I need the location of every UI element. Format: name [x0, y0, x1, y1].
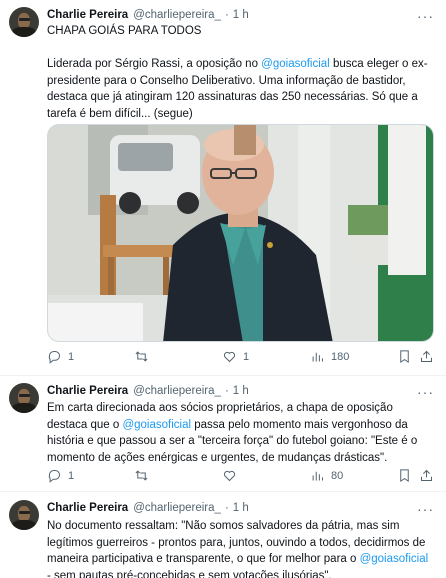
timestamp[interactable]: 1 h: [233, 9, 249, 21]
author-handle[interactable]: @charliepereira_: [133, 9, 221, 21]
mention-link[interactable]: @goiasoficial: [360, 553, 429, 565]
avatar[interactable]: [9, 500, 39, 530]
reply-count: 1: [68, 350, 75, 363]
author-name[interactable]: Charlie Pereira: [47, 502, 128, 514]
mention-link[interactable]: @goiasoficial: [261, 58, 330, 70]
avatar[interactable]: [9, 383, 39, 413]
share-button[interactable]: [419, 349, 434, 364]
like-count: 1: [243, 350, 250, 363]
tweet-text-part: - sem pautas pré-concebidas e sem votaçõ…: [47, 569, 332, 578]
more-icon[interactable]: ···: [417, 502, 434, 516]
separator: ·: [224, 502, 229, 514]
more-icon[interactable]: ···: [417, 385, 434, 399]
avatar[interactable]: [9, 7, 39, 37]
tweet-text: No documento ressaltam: "Não somos salva…: [47, 518, 435, 578]
tweet-text: Em carta direcionada aos sócios propriet…: [47, 400, 435, 466]
author-name[interactable]: Charlie Pereira: [47, 385, 128, 397]
views-count: 180: [331, 350, 350, 363]
share-button[interactable]: [419, 468, 434, 483]
author-handle[interactable]: @charliepereira_: [133, 385, 221, 397]
bookmark-button[interactable]: [397, 349, 412, 364]
like-icon: [223, 351, 236, 363]
tweet-1[interactable]: Charlie Pereira @charliepereira_ · 1 h ·…: [0, 0, 446, 375]
views-icon: [312, 471, 323, 481]
bookmark-icon: [400, 469, 409, 483]
retweet-icon: [135, 351, 148, 362]
retweet-button[interactable]: [134, 349, 155, 364]
share-icon: [421, 469, 432, 481]
timestamp[interactable]: 1 h: [233, 385, 249, 397]
tweet-2[interactable]: Charlie Pereira @charliepereira_ · 1 h ·…: [0, 376, 446, 491]
reply-button[interactable]: 1: [47, 468, 74, 483]
reply-icon: [48, 351, 60, 364]
like-button[interactable]: [222, 468, 243, 483]
share-icon: [421, 350, 432, 362]
separator: ·: [224, 385, 229, 397]
more-icon[interactable]: ···: [417, 9, 434, 23]
like-button[interactable]: 1: [222, 349, 249, 364]
tweet-actions: 1 1 180: [47, 349, 433, 365]
views-button[interactable]: 80: [310, 468, 343, 483]
views-icon: [312, 352, 323, 362]
tweet-text-part: Liderada por Sérgio Rassi, a oposição no: [47, 58, 262, 70]
reply-count: 1: [68, 469, 75, 482]
tweet-3[interactable]: Charlie Pereira @charliepereira_ · 1 h ·…: [0, 492, 446, 578]
mention-link[interactable]: @goiasoficial: [122, 419, 191, 431]
views-button[interactable]: 180: [310, 349, 349, 364]
bookmark-button[interactable]: [397, 468, 412, 483]
reply-button[interactable]: 1: [47, 349, 74, 364]
timestamp[interactable]: 1 h: [233, 502, 249, 514]
author-handle[interactable]: @charliepereira_: [133, 502, 221, 514]
like-icon: [223, 470, 236, 482]
author-name[interactable]: Charlie Pereira: [47, 9, 128, 21]
tweet-photo[interactable]: [47, 124, 434, 342]
reply-icon: [48, 470, 60, 483]
bookmark-icon: [400, 350, 409, 364]
tweet-text: Liderada por Sérgio Rassi, a oposição no…: [47, 56, 435, 122]
photo-illustration: [48, 125, 433, 341]
views-count: 80: [331, 469, 344, 482]
tweet-actions: 1 80: [47, 468, 433, 484]
tweet-title: CHAPA GOIÁS PARA TODOS: [47, 25, 202, 37]
retweet-icon: [135, 470, 148, 481]
retweet-button[interactable]: [134, 468, 155, 483]
separator: ·: [224, 9, 229, 21]
